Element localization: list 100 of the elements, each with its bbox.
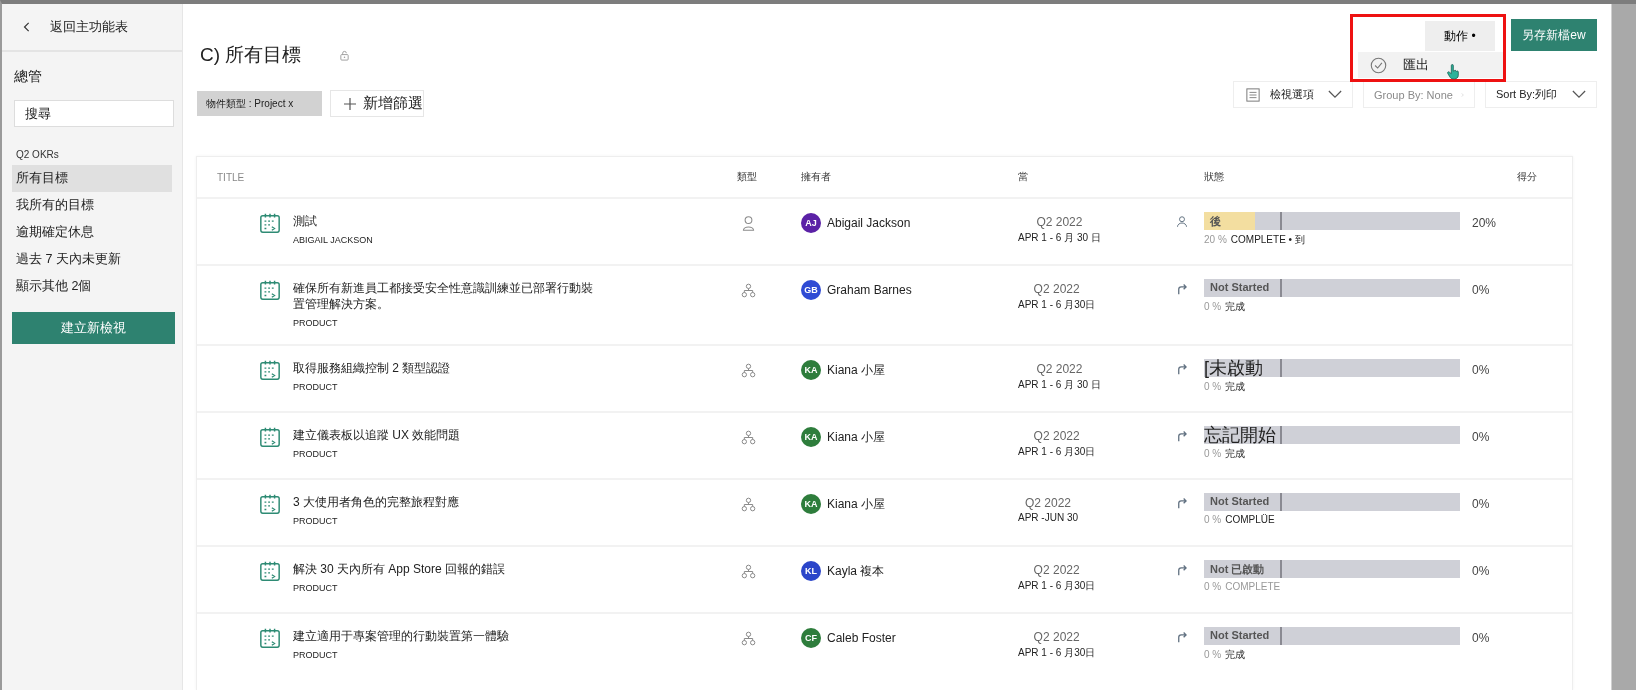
sidebar-item[interactable]: 逾期確定休息 xyxy=(12,219,172,246)
sidebar-item[interactable]: 所有目標 xyxy=(12,165,172,192)
chevron-down-icon xyxy=(1572,90,1586,99)
avatar: AJ xyxy=(801,213,821,233)
percent-complete: 0 % xyxy=(1204,301,1222,312)
back-link[interactable]: 返回主功能表 xyxy=(50,18,128,36)
goal-subtitle: PRODUCT xyxy=(293,516,339,526)
percent-complete: 0 % xyxy=(1204,514,1222,525)
progress-note: 完成 xyxy=(1225,448,1246,459)
date-range: APR -JUN 30 xyxy=(1018,512,1078,523)
goal-title[interactable]: 取得服務組織控制 2 類型認證 xyxy=(293,360,451,376)
sidebar-item[interactable]: 過去 7 天內未更新 xyxy=(12,246,172,273)
calendar-icon xyxy=(259,493,281,515)
calendar-icon xyxy=(259,627,281,649)
date-range: APR 1 - 6 月 30 日 xyxy=(1018,231,1101,245)
status-label: Not Started xyxy=(1210,629,1270,641)
avatar: KA xyxy=(801,427,821,447)
progress-note: 完成 xyxy=(1225,381,1246,392)
add-filter-button[interactable]: 新增篩選 xyxy=(330,90,424,117)
back-icon[interactable] xyxy=(22,21,32,33)
period-label: Q2 2022 xyxy=(1033,630,1080,644)
column-header[interactable]: 類型 xyxy=(737,170,801,184)
goal-title[interactable]: 測試 xyxy=(293,213,373,229)
date-range: APR 1 - 6 月30日 xyxy=(1018,646,1096,660)
goal-title[interactable]: 建立儀表板以追蹤 UX 效能問題 xyxy=(293,427,461,443)
owner-name: Kayla 複本 xyxy=(827,562,885,580)
calendar-icon xyxy=(259,560,281,582)
goal-subtitle: PRODUCT xyxy=(293,583,339,593)
date-range: APR 1 - 6 月30日 xyxy=(1018,445,1096,459)
status-label: 後 xyxy=(1210,214,1221,229)
menu-item[interactable]: 匯出 xyxy=(1358,56,1429,74)
owner-name: Kiana 小屋 xyxy=(827,361,886,379)
period-label: Q2 2022 xyxy=(1036,362,1083,376)
sidebar-item[interactable]: 我所有的目標 xyxy=(12,192,172,219)
period-label: Q2 2022 xyxy=(1025,496,1072,510)
view-options-dropdown[interactable]: 檢視選項 xyxy=(1233,81,1353,108)
chevron-down-icon xyxy=(1328,90,1342,99)
progress-note: COMPLÜE xyxy=(1225,514,1275,525)
percent-complete: 0 % xyxy=(1204,649,1222,660)
group-by-dropdown[interactable]: Group By: None xyxy=(1363,81,1475,108)
column-header[interactable]: 當 xyxy=(1018,170,1176,184)
goal-subtitle: ABIGAIL JACKSON xyxy=(293,235,373,245)
percent-value: 0% xyxy=(1472,283,1490,297)
goal-title[interactable]: 建立適用于專案管理的行動裝置第一體驗 xyxy=(293,628,509,644)
progress-note: 完成 xyxy=(1225,301,1246,312)
percent-value: 0% xyxy=(1472,564,1490,578)
percent-value: 0% xyxy=(1472,631,1490,645)
lock-icon[interactable] xyxy=(339,49,351,61)
column-header[interactable]: 得分 xyxy=(1517,170,1572,184)
goal-title[interactable]: 3 大使用者角色的完整旅程對應 xyxy=(293,494,459,510)
percent-value: 20% xyxy=(1472,216,1497,230)
goal-subtitle: PRODUCT xyxy=(293,318,339,328)
status-label: [未啟動 xyxy=(1204,357,1263,380)
avatar: KL xyxy=(801,561,821,581)
create-view-button[interactable]: 建立新檢視 xyxy=(12,312,175,344)
goal-title[interactable]: 確保所有新進員工都接受安全性意識訓練並已部署行動裝置管理解決方案。 xyxy=(293,280,593,312)
owner-name: Graham Barnes xyxy=(827,283,912,297)
period-label: Q2 2022 xyxy=(1033,282,1080,296)
progress-note: COMPLETE xyxy=(1225,581,1281,592)
percent-complete: 0 % xyxy=(1204,448,1222,459)
list-icon xyxy=(1246,87,1260,102)
percent-complete: 20 % xyxy=(1204,234,1227,245)
menu-item-label: 匯出 xyxy=(1403,56,1429,74)
column-header[interactable]: 擁有者 xyxy=(801,170,1018,184)
sort-by-dropdown[interactable]: Sort By:列印 xyxy=(1485,81,1597,108)
search-field[interactable]: 搜尋 xyxy=(14,100,174,127)
avatar: KA xyxy=(801,494,821,514)
percent-value: 0% xyxy=(1472,430,1490,444)
page-title: C) 所有目標 xyxy=(200,43,302,67)
date-range: APR 1 - 6 月30日 xyxy=(1018,579,1096,593)
status-label: Not Started xyxy=(1210,495,1270,507)
calendar-icon xyxy=(259,212,281,234)
avatar: GB xyxy=(801,280,821,300)
hand-cursor-icon xyxy=(1447,64,1459,80)
date-range: APR 1 - 6 月 30 日 xyxy=(1018,378,1101,392)
check-circle-icon xyxy=(1370,56,1387,74)
plus-icon xyxy=(343,96,357,111)
owner-name: Kiana 小屋 xyxy=(827,428,886,446)
status-label: Not Started xyxy=(1210,281,1270,293)
goal-title[interactable]: 解決 30 天內所有 App Store 回報的錯誤 xyxy=(293,561,506,577)
filter-chip[interactable]: 物件類型 : Project x xyxy=(197,91,322,116)
actions-button[interactable]: 動作 • xyxy=(1425,21,1495,51)
goal-subtitle: PRODUCT xyxy=(293,382,339,392)
sidebar-item[interactable]: 顯示其他 2個 xyxy=(12,273,172,300)
section-title: 總管 xyxy=(14,68,43,86)
column-header[interactable]: 狀態 xyxy=(1204,170,1462,184)
percent-value: 0% xyxy=(1472,363,1490,377)
scrollbar[interactable] xyxy=(1611,4,1636,690)
avatar: KA xyxy=(801,360,821,380)
owner-name: Caleb Foster xyxy=(827,631,896,645)
goal-subtitle: PRODUCT xyxy=(293,449,339,459)
period-label: Q2 2022 xyxy=(1036,215,1083,229)
status-label: Not 已啟動 xyxy=(1210,562,1265,577)
owner-name: Kiana 小屋 xyxy=(827,495,886,513)
save-as-button[interactable]: 另存新檔ew xyxy=(1511,19,1597,51)
period-label: Q2 2022 xyxy=(1033,429,1080,443)
group-label: Q2 OKRs xyxy=(16,149,60,160)
column-header[interactable]: TITLE xyxy=(217,171,737,183)
status-label: 忘記開始 xyxy=(1204,424,1276,447)
owner-name: Abigail Jackson xyxy=(827,216,911,230)
